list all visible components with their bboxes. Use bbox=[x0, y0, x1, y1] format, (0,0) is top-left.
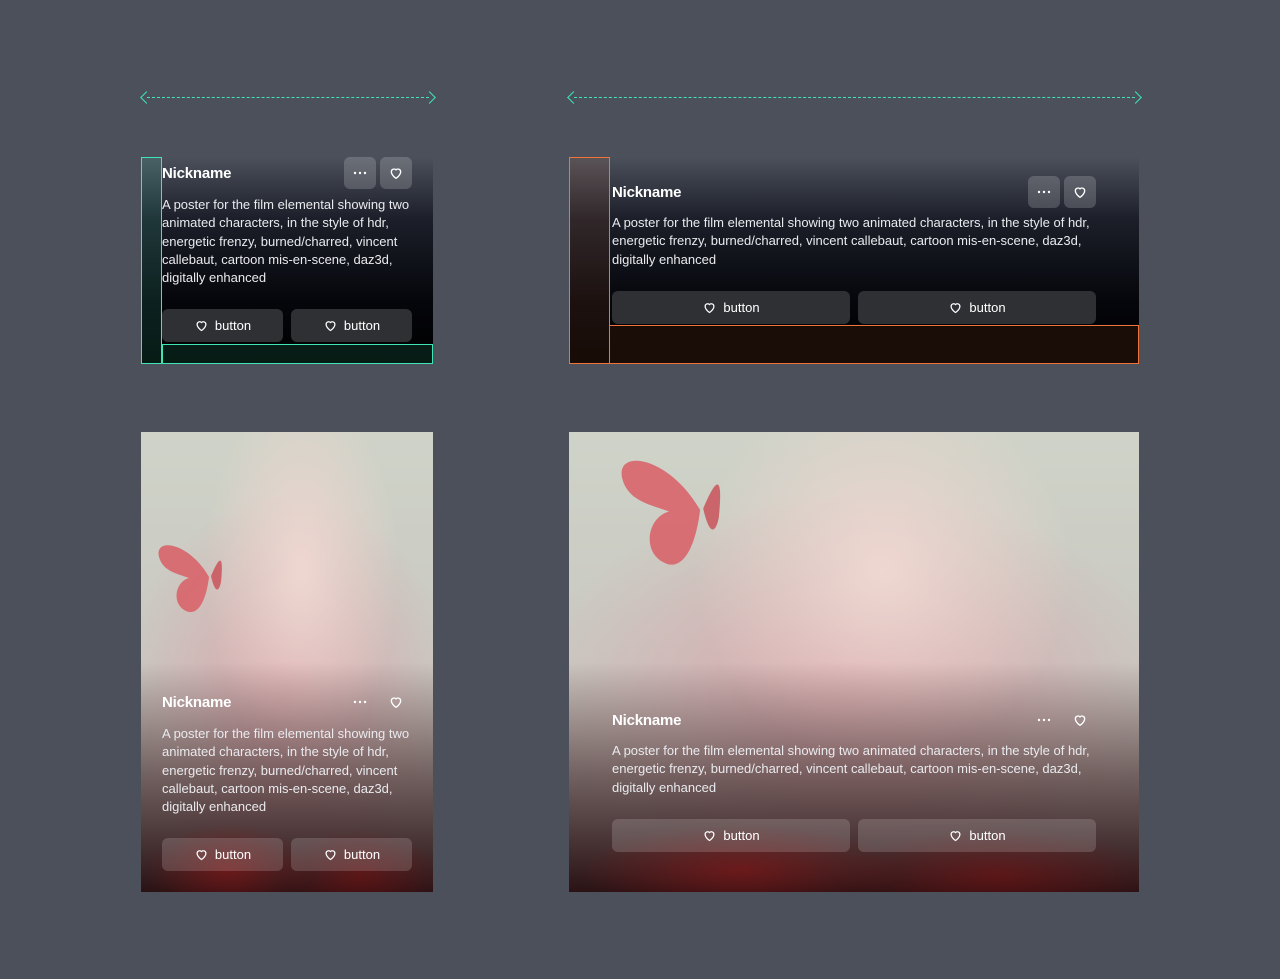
heart-icon bbox=[1074, 187, 1086, 198]
like-button[interactable] bbox=[380, 686, 412, 718]
action-button-label: button bbox=[723, 827, 760, 843]
like-button[interactable] bbox=[380, 157, 412, 189]
arrow-right-icon bbox=[1129, 91, 1142, 104]
heart-icon bbox=[1074, 715, 1086, 726]
action-button-label: button bbox=[214, 318, 252, 334]
width-indicator-wide bbox=[567, 91, 1142, 104]
heart-icon bbox=[325, 850, 336, 861]
nickname: Nickname bbox=[612, 712, 682, 729]
arrow-left-icon bbox=[567, 91, 580, 104]
more-button[interactable] bbox=[1028, 704, 1060, 736]
card-narrow-image: Nickname A poster for the film elemental… bbox=[141, 432, 433, 892]
arrow-left-icon bbox=[140, 91, 153, 104]
card-wide-dark: Nickname A poster for the film elemental… bbox=[569, 157, 1139, 364]
action-button-1[interactable]: button bbox=[162, 838, 283, 872]
heart-icon bbox=[196, 850, 207, 861]
heart-icon bbox=[390, 168, 402, 179]
nickname: Nickname bbox=[162, 694, 232, 711]
description: A poster for the film elemental showing … bbox=[612, 215, 1090, 267]
heart-icon bbox=[325, 321, 336, 332]
action-button-label: button bbox=[969, 827, 1006, 843]
action-button-2[interactable]: button bbox=[858, 818, 1096, 852]
action-button-label: button bbox=[723, 299, 760, 315]
heart-icon bbox=[704, 303, 715, 314]
more-button[interactable] bbox=[1028, 176, 1060, 208]
action-button-label: button bbox=[214, 847, 252, 863]
heart-icon bbox=[390, 697, 402, 708]
action-button-label: button bbox=[969, 299, 1006, 315]
heart-icon bbox=[950, 831, 961, 842]
card-wide-image: Nickname A poster for the film elemental… bbox=[569, 432, 1139, 892]
action-button-2[interactable]: button bbox=[858, 290, 1096, 324]
padding-highlight-left bbox=[141, 157, 162, 364]
like-button[interactable] bbox=[1064, 176, 1096, 208]
more-horizontal-icon bbox=[1037, 190, 1051, 194]
more-button[interactable] bbox=[344, 157, 376, 189]
nickname: Nickname bbox=[162, 165, 232, 182]
more-horizontal-icon bbox=[353, 700, 367, 704]
action-button-label: button bbox=[343, 318, 381, 334]
action-button-label: button bbox=[343, 847, 381, 863]
padding-highlight-bottom bbox=[609, 325, 1139, 364]
action-button-1[interactable]: button bbox=[612, 818, 850, 852]
heart-icon bbox=[196, 321, 207, 332]
card-narrow-dark: Nickname A poster for the film elemental… bbox=[141, 157, 433, 364]
more-button[interactable] bbox=[344, 686, 376, 718]
more-horizontal-icon bbox=[353, 171, 367, 175]
action-button-2[interactable]: button bbox=[291, 838, 412, 872]
padding-highlight-bottom bbox=[162, 344, 433, 364]
description: A poster for the film elemental showing … bbox=[612, 743, 1090, 795]
heart-icon bbox=[950, 303, 961, 314]
action-button-2[interactable]: button bbox=[291, 309, 412, 343]
more-horizontal-icon bbox=[1037, 718, 1051, 722]
description: A poster for the film elemental showing … bbox=[162, 197, 410, 286]
nickname: Nickname bbox=[612, 184, 682, 201]
like-button[interactable] bbox=[1064, 704, 1096, 736]
arrow-right-icon bbox=[423, 91, 436, 104]
action-button-1[interactable]: button bbox=[162, 309, 283, 343]
heart-icon bbox=[704, 831, 715, 842]
padding-highlight-left bbox=[569, 157, 610, 364]
action-button-1[interactable]: button bbox=[612, 290, 850, 324]
width-indicator-narrow bbox=[140, 91, 436, 104]
description: A poster for the film elemental showing … bbox=[162, 726, 410, 815]
